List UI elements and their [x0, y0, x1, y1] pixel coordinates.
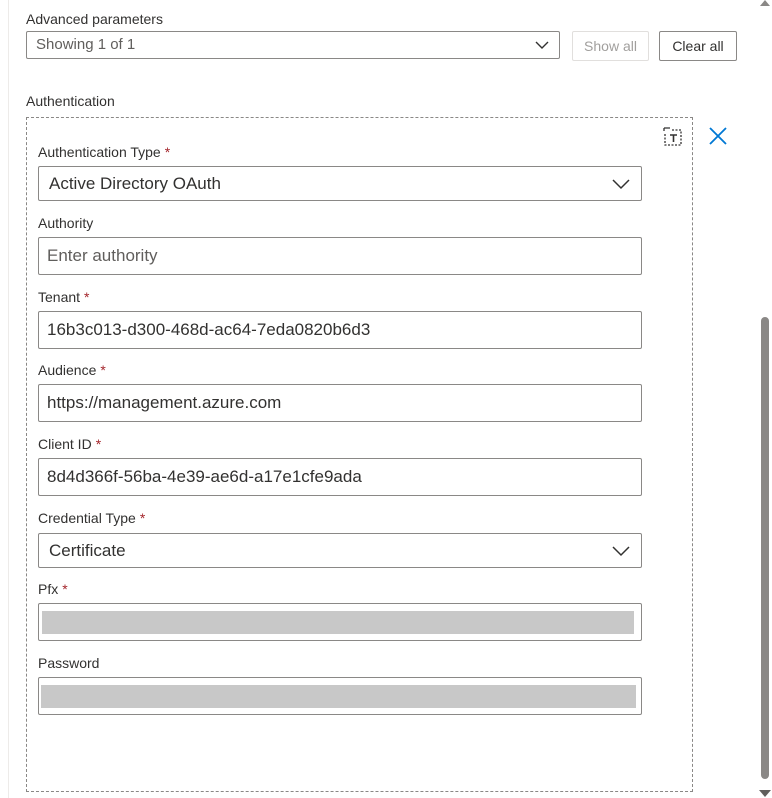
advanced-parameters-value: Showing 1 of 1 — [36, 36, 136, 53]
credential-type-dropdown[interactable]: Certificate — [38, 533, 642, 568]
close-icon[interactable] — [706, 124, 730, 148]
chevron-down-icon — [535, 41, 549, 49]
credential-type-label: Credential Type * — [38, 510, 145, 526]
tenant-input[interactable]: 16b3c013-d300-468d-ac64-7eda0820b6d3 — [38, 311, 642, 349]
required-marker: * — [164, 144, 171, 160]
audience-label: Audience * — [38, 362, 106, 378]
authentication-type-label-text: Authentication Type — [38, 144, 161, 160]
tenant-label: Tenant * — [38, 289, 90, 305]
credential-type-label-text: Credential Type — [38, 510, 136, 526]
chevron-down-icon — [612, 546, 630, 557]
required-marker: * — [62, 581, 68, 597]
chevron-down-icon — [612, 179, 630, 190]
pfx-label-text: Pfx — [38, 581, 59, 597]
audience-value: https://management.azure.com — [47, 393, 282, 412]
required-marker: * — [84, 289, 90, 305]
redacted-value — [41, 685, 636, 708]
client-id-value: 8d4d366f-56ba-4e39-ae6d-a17e1cfe9ada — [47, 467, 362, 486]
scrollbar-thumb[interactable] — [761, 317, 769, 779]
authentication-type-dropdown[interactable]: Active Directory OAuth — [38, 166, 642, 201]
dynamic-content-icon[interactable] — [661, 124, 685, 148]
panel-left-border — [8, 0, 9, 798]
required-marker: * — [139, 510, 146, 526]
show-all-button[interactable]: Show all — [572, 31, 649, 61]
pfx-input[interactable] — [38, 603, 642, 641]
required-marker: * — [95, 436, 102, 452]
authority-label: Authority — [38, 215, 94, 231]
authentication-section-label: Authentication — [26, 93, 115, 109]
client-id-input[interactable]: 8d4d366f-56ba-4e39-ae6d-a17e1cfe9ada — [38, 458, 642, 496]
audience-label-text: Audience — [38, 362, 97, 378]
credential-type-value: Certificate — [49, 541, 126, 560]
tenant-value: 16b3c013-d300-468d-ac64-7eda0820b6d3 — [47, 320, 371, 339]
authentication-type-label: Authentication Type * — [38, 144, 170, 160]
password-label: Password — [38, 655, 100, 671]
pfx-label: Pfx * — [38, 581, 68, 597]
advanced-parameters-label: Advanced parameters — [26, 11, 163, 27]
client-id-label-text: Client ID — [38, 436, 92, 452]
advanced-parameters-dropdown[interactable]: Showing 1 of 1 — [26, 31, 560, 59]
scroll-up-arrow-icon[interactable] — [760, 0, 770, 6]
client-id-label: Client ID * — [38, 436, 101, 452]
clear-all-button[interactable]: Clear all — [659, 31, 737, 61]
authority-input[interactable]: Enter authority — [38, 237, 642, 275]
tenant-label-text: Tenant — [38, 289, 81, 305]
redacted-value — [42, 611, 634, 634]
required-marker: * — [100, 362, 106, 378]
authentication-type-value: Active Directory OAuth — [49, 174, 221, 193]
scroll-down-arrow-icon[interactable] — [759, 790, 771, 797]
password-input[interactable] — [38, 677, 642, 715]
authority-placeholder: Enter authority — [47, 246, 158, 265]
audience-input[interactable]: https://management.azure.com — [38, 384, 642, 422]
